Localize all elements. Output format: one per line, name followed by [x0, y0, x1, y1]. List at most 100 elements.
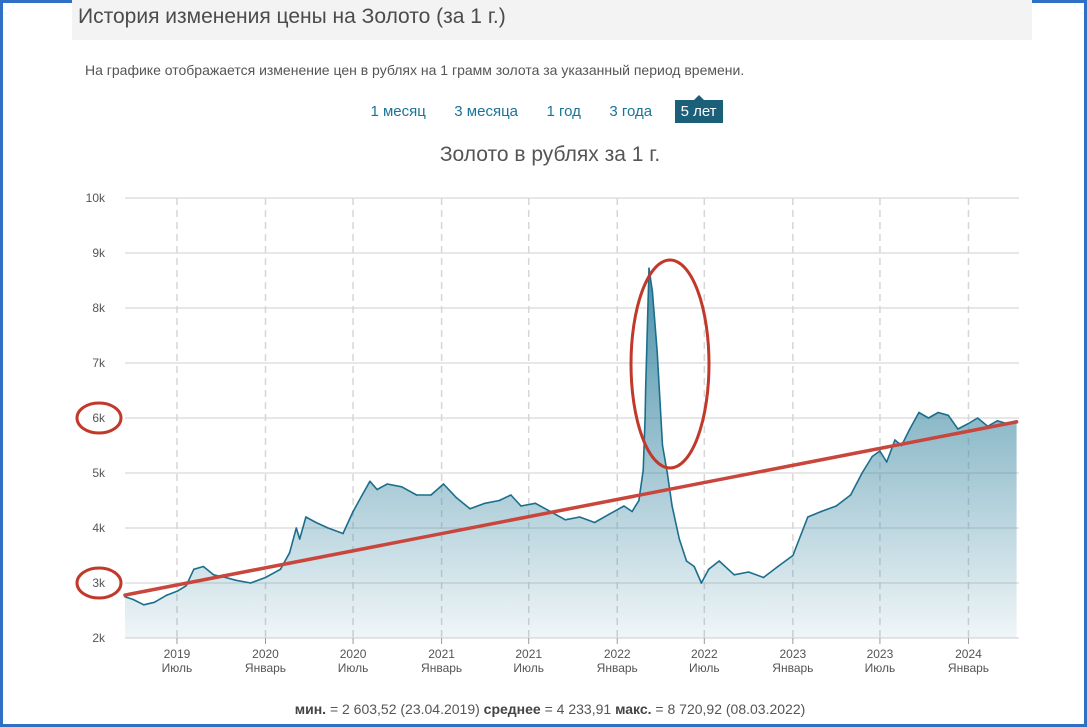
x-tick-label: Июль — [162, 661, 193, 675]
y-tick-label: 5k — [92, 466, 106, 480]
price-point — [648, 267, 650, 270]
price-point — [498, 499, 501, 502]
price-point — [908, 428, 911, 430]
price-point — [996, 419, 999, 422]
x-tick-year: 2021 — [428, 647, 455, 661]
price-point — [153, 601, 156, 604]
price-point — [718, 560, 721, 562]
y-tick-label: 2k — [92, 631, 106, 645]
price-point — [327, 527, 329, 529]
gold-price-chart: 10k9k8k7k6k5k4k3k2k2019Июль2020Январь202… — [75, 191, 1019, 675]
annotation-ellipse-peak — [629, 258, 711, 470]
price-point — [235, 579, 237, 582]
price-point — [142, 604, 145, 606]
x-tick-year: 2022 — [691, 647, 718, 661]
price-point — [361, 494, 364, 496]
x-tick-label: Июль — [865, 661, 896, 675]
price-point — [707, 568, 710, 571]
x-tick-year: 2024 — [955, 647, 982, 661]
price-point — [967, 422, 970, 425]
y-tick-label: 9k — [92, 246, 106, 260]
x-tick-label: Июль — [513, 661, 544, 675]
x-tick-label: Январь — [948, 661, 989, 675]
y-tick-label: 4k — [92, 521, 106, 535]
price-point — [593, 521, 596, 524]
stat-min-label: мин. — [294, 701, 327, 717]
price-point — [193, 568, 195, 571]
y-tick-label: 3k — [92, 576, 106, 590]
price-point — [762, 576, 765, 579]
price-point — [415, 494, 418, 496]
x-tick-label: Январь — [597, 661, 638, 675]
stat-avg-value: = 4 233,91 — [544, 701, 612, 717]
x-tick-year: 2020 — [252, 647, 279, 661]
price-point — [386, 483, 389, 485]
y-tick-label: 10k — [86, 191, 106, 205]
price-point — [430, 494, 432, 496]
price-point — [400, 485, 403, 488]
price-point — [510, 494, 512, 496]
price-point — [288, 551, 291, 554]
price-point — [806, 516, 809, 518]
price-point — [578, 516, 581, 518]
price-point — [520, 505, 522, 507]
price-point — [879, 450, 881, 452]
x-tick-label: Январь — [772, 661, 813, 675]
price-point — [298, 538, 301, 540]
price-point — [132, 598, 134, 601]
price-point — [871, 455, 874, 458]
price-point — [623, 505, 625, 507]
x-tick-year: 2020 — [340, 647, 367, 661]
price-point — [685, 560, 688, 562]
price-point — [249, 582, 252, 584]
price-point — [644, 389, 647, 392]
price-point — [747, 571, 750, 573]
price-point — [455, 496, 458, 499]
price-point — [185, 584, 187, 587]
price-point — [369, 480, 371, 483]
price-point — [937, 411, 939, 414]
price-stats: мин. = 2 603,52 (23.04.2019) среднее = 4… — [0, 701, 1087, 717]
price-point — [342, 532, 344, 535]
price-point — [849, 494, 852, 496]
x-tick-label: Январь — [421, 661, 462, 675]
price-point — [918, 411, 920, 414]
x-tick-year: 2023 — [867, 647, 894, 661]
price-point — [638, 499, 640, 502]
stat-min-value: = 2 603,52 (23.04.2019) — [329, 701, 480, 717]
price-point — [305, 516, 307, 518]
price-point — [279, 568, 282, 571]
price-area — [125, 268, 1017, 638]
y-tick-label: 6k — [92, 411, 106, 425]
price-point — [671, 505, 673, 507]
price-point — [212, 573, 215, 576]
price-point — [264, 576, 267, 579]
price-point — [792, 554, 794, 557]
price-point — [176, 590, 178, 593]
price-point — [835, 505, 837, 507]
price-point — [484, 502, 486, 505]
y-tick-label: 8k — [92, 301, 106, 315]
price-point — [295, 527, 298, 529]
price-point — [777, 565, 779, 568]
price-point — [202, 565, 205, 568]
stat-max-value: = 8 720,92 (08.03.2022) — [655, 701, 806, 717]
price-point — [651, 290, 654, 293]
price-point — [608, 513, 610, 516]
price-point — [885, 461, 888, 463]
price-point — [693, 565, 696, 568]
price-point — [661, 444, 664, 447]
stat-avg-label: среднее — [483, 701, 541, 717]
price-point — [678, 538, 681, 540]
x-tick-label: Январь — [245, 661, 286, 675]
price-point — [733, 573, 735, 576]
x-tick-label: Июль — [338, 661, 369, 675]
x-tick-year: 2019 — [164, 647, 191, 661]
price-point — [644, 417, 646, 419]
x-tick-year: 2021 — [515, 647, 542, 661]
price-point — [957, 428, 959, 430]
price-point — [564, 518, 567, 521]
price-point — [656, 351, 658, 353]
price-point — [166, 594, 168, 596]
price-point — [894, 439, 896, 441]
